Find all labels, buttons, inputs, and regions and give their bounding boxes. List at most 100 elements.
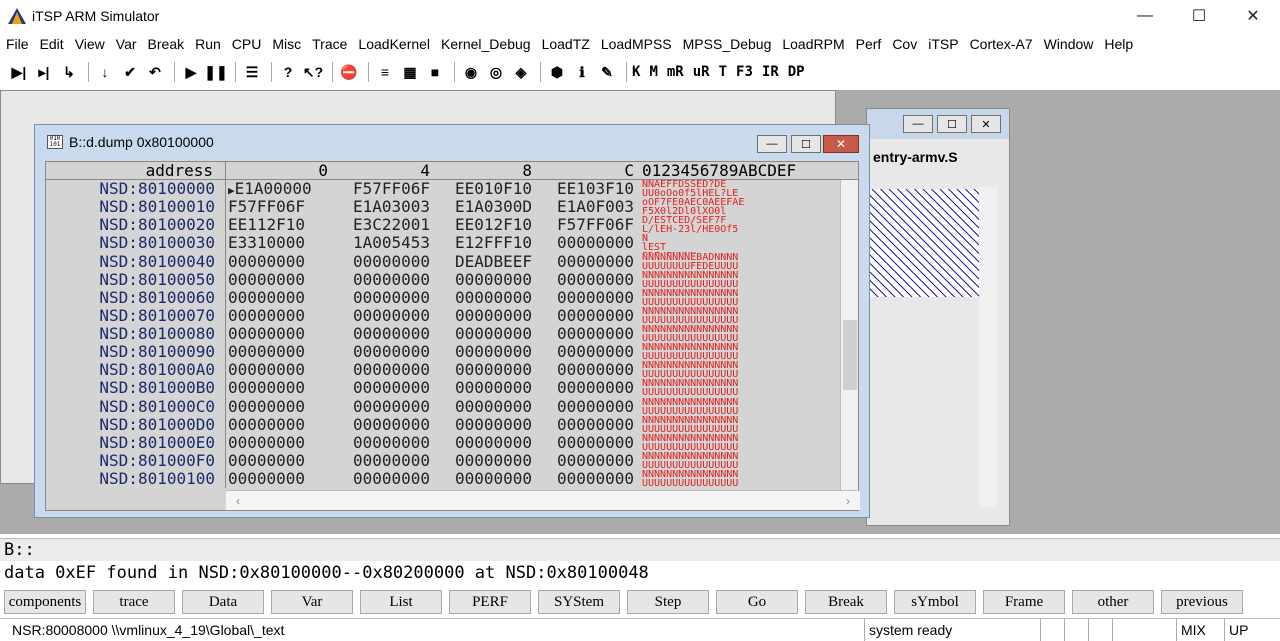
source-minimize-button[interactable]: — bbox=[903, 115, 933, 133]
dump-value[interactable]: 00000000 bbox=[532, 379, 634, 397]
dump-address[interactable]: NSD:80100000 bbox=[46, 180, 226, 198]
return-icon[interactable]: ✔ bbox=[119, 61, 141, 83]
menu-itsp[interactable]: iTSP bbox=[928, 36, 958, 52]
dump-value[interactable]: 00000000 bbox=[226, 289, 328, 307]
source-list-icon[interactable]: ≡ bbox=[374, 61, 396, 83]
menu-var[interactable]: Var bbox=[116, 36, 137, 52]
toolbar-button-dp[interactable]: DP bbox=[788, 64, 805, 80]
dump-value[interactable]: 00000000 bbox=[430, 325, 532, 343]
dump-value[interactable]: 00000000 bbox=[532, 416, 634, 434]
source-file-tab[interactable]: entry-armv.S bbox=[873, 149, 958, 165]
dump-value[interactable]: 00000000 bbox=[226, 253, 328, 271]
dump-value[interactable]: E3310000 bbox=[226, 234, 328, 252]
dump-row[interactable]: NSD:801000B00000000000000000000000000000… bbox=[46, 379, 858, 397]
dump-row[interactable]: NSD:80100000▶E1A00000F57FF06FEE010F10EE1… bbox=[46, 180, 858, 198]
dump-value[interactable]: 00000000 bbox=[226, 325, 328, 343]
dump-value[interactable]: 00000000 bbox=[430, 470, 532, 488]
dump-row[interactable]: NSD:80100020EE112F10E3C22001EE012F10F57F… bbox=[46, 216, 858, 234]
dump-address[interactable]: NSD:80100100 bbox=[46, 470, 226, 488]
softkey-components[interactable]: components bbox=[4, 590, 86, 614]
dump-value[interactable]: 00000000 bbox=[226, 343, 328, 361]
undo-icon[interactable]: ↶ bbox=[144, 61, 166, 83]
menu-edit[interactable]: Edit bbox=[40, 36, 64, 52]
stop-icon[interactable]: ⛔ bbox=[338, 61, 360, 83]
dump-row[interactable]: NSD:801001000000000000000000000000000000… bbox=[46, 470, 858, 488]
menu-kernel-debug[interactable]: Kernel_Debug bbox=[441, 36, 531, 52]
menu-cortex-a7[interactable]: Cortex-A7 bbox=[970, 36, 1033, 52]
dump-address[interactable]: NSD:801000B0 bbox=[46, 379, 226, 397]
dump-row[interactable]: NSD:801000800000000000000000000000000000… bbox=[46, 325, 858, 343]
dump-value[interactable]: 00000000 bbox=[532, 452, 634, 470]
dump-value[interactable]: 00000000 bbox=[328, 379, 430, 397]
dump-row[interactable]: NSD:80100030E33100001A005453E12FFF100000… bbox=[46, 234, 858, 252]
dump-row[interactable]: NSD:80100010F57FF06FE1A03003E1A0300DE1A0… bbox=[46, 198, 858, 216]
toolbar-button-f3[interactable]: F3 bbox=[736, 64, 753, 80]
watch-icon[interactable]: ◉ bbox=[460, 61, 482, 83]
dump-value[interactable]: 00000000 bbox=[226, 470, 328, 488]
menu-help[interactable]: Help bbox=[1104, 36, 1133, 52]
dump-row[interactable]: NSD:801000E00000000000000000000000000000… bbox=[46, 434, 858, 452]
dump-value[interactable]: 00000000 bbox=[532, 253, 634, 271]
menu-file[interactable]: File bbox=[6, 36, 29, 52]
dump-close-button[interactable]: ✕ bbox=[823, 135, 859, 153]
dump-value[interactable]: 00000000 bbox=[226, 271, 328, 289]
perf-icon[interactable]: ◈ bbox=[510, 61, 532, 83]
cube-icon[interactable]: ⬢ bbox=[546, 61, 568, 83]
dump-row[interactable]: NSD:801000F00000000000000000000000000000… bbox=[46, 452, 858, 470]
toolbar-button-m[interactable]: M bbox=[649, 64, 657, 80]
dump-value[interactable]: E12FFF10 bbox=[430, 234, 532, 252]
minimize-button[interactable]: — bbox=[1118, 0, 1172, 32]
dump-value[interactable]: 00000000 bbox=[328, 452, 430, 470]
dump-window-titlebar[interactable]: 010101 B::d.dump 0x80100000 — ☐ ✕ bbox=[35, 125, 869, 159]
softkey-frame[interactable]: Frame bbox=[983, 590, 1065, 614]
menu-break[interactable]: Break bbox=[148, 36, 185, 52]
dump-value[interactable]: 00000000 bbox=[226, 379, 328, 397]
chip-icon[interactable]: ■ bbox=[424, 61, 446, 83]
view-icon[interactable]: ◎ bbox=[485, 61, 507, 83]
dump-value[interactable]: 00000000 bbox=[328, 289, 430, 307]
dump-address[interactable]: NSD:80100060 bbox=[46, 289, 226, 307]
toolbar-button-k[interactable]: K bbox=[632, 64, 640, 80]
dump-value[interactable]: 00000000 bbox=[328, 271, 430, 289]
dump-value[interactable]: F57FF06F bbox=[226, 198, 328, 216]
dump-value[interactable]: 00000000 bbox=[532, 343, 634, 361]
dump-horizontal-scrollbar[interactable]: ‹ › bbox=[226, 490, 860, 510]
context-help-icon[interactable]: ↖? bbox=[302, 61, 324, 83]
dump-value[interactable]: 00000000 bbox=[532, 234, 634, 252]
menu-run[interactable]: Run bbox=[195, 36, 221, 52]
dump-value[interactable]: 00000000 bbox=[328, 434, 430, 452]
dump-value[interactable]: F57FF06F bbox=[328, 180, 430, 198]
menu-cpu[interactable]: CPU bbox=[232, 36, 262, 52]
command-input[interactable]: B:: bbox=[0, 539, 1280, 561]
dump-value[interactable]: E3C22001 bbox=[328, 216, 430, 234]
softkey-perf[interactable]: PERF bbox=[449, 590, 531, 614]
dump-scroll-thumb[interactable] bbox=[843, 320, 857, 390]
dump-value[interactable]: 00000000 bbox=[430, 307, 532, 325]
dump-address[interactable]: NSD:80100030 bbox=[46, 234, 226, 252]
dump-value[interactable]: 00000000 bbox=[532, 361, 634, 379]
dump-value[interactable]: 00000000 bbox=[328, 325, 430, 343]
dump-address[interactable]: NSD:80100070 bbox=[46, 307, 226, 325]
dump-address[interactable]: NSD:80100040 bbox=[46, 253, 226, 271]
dump-value[interactable]: 00000000 bbox=[532, 325, 634, 343]
dump-value[interactable]: 00000000 bbox=[328, 398, 430, 416]
softkey-list[interactable]: List bbox=[360, 590, 442, 614]
softkey-trace[interactable]: trace bbox=[93, 590, 175, 614]
source-close-button[interactable]: ✕ bbox=[971, 115, 1001, 133]
pause-icon[interactable]: ❚❚ bbox=[205, 61, 227, 83]
source-vertical-scrollbar[interactable] bbox=[979, 187, 997, 507]
softkey-data[interactable]: Data bbox=[182, 590, 264, 614]
dump-value[interactable]: 00000000 bbox=[226, 434, 328, 452]
dump-maximize-button[interactable]: ☐ bbox=[791, 135, 821, 153]
menu-loadtz[interactable]: LoadTZ bbox=[542, 36, 590, 52]
maximize-button[interactable]: ☐ bbox=[1172, 0, 1226, 32]
step-down-icon[interactable]: ↓ bbox=[94, 61, 116, 83]
dump-address[interactable]: NSD:80100020 bbox=[46, 216, 226, 234]
dump-value[interactable]: EE012F10 bbox=[430, 216, 532, 234]
menu-loadrpm[interactable]: LoadRPM bbox=[782, 36, 844, 52]
softkey-previous[interactable]: previous bbox=[1161, 590, 1243, 614]
menu-mpss-debug[interactable]: MPSS_Debug bbox=[683, 36, 772, 52]
dump-value[interactable]: 00000000 bbox=[532, 271, 634, 289]
softkey-var[interactable]: Var bbox=[271, 590, 353, 614]
dump-value[interactable]: 00000000 bbox=[430, 434, 532, 452]
